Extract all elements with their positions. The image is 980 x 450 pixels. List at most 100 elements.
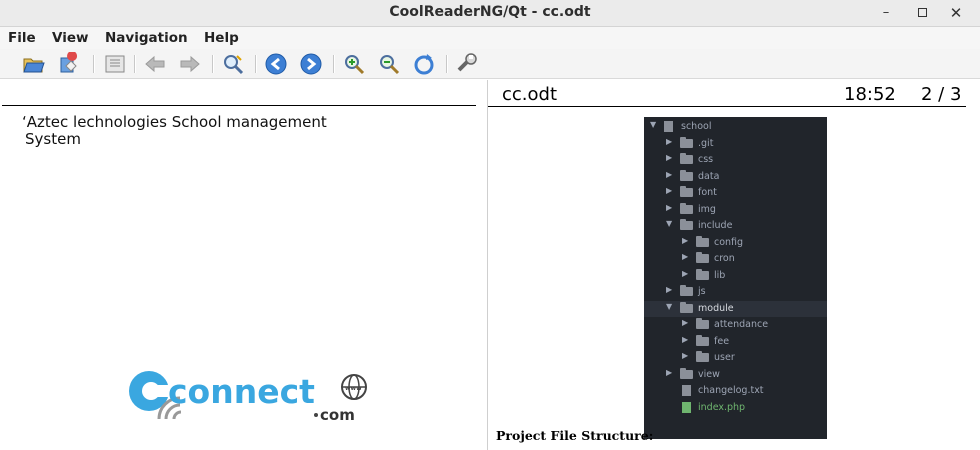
toolbar-separator — [134, 55, 136, 73]
rotate-icon — [414, 54, 434, 75]
tree-root-label: school — [681, 121, 712, 132]
maximize-button[interactable] — [912, 3, 932, 23]
tree-node: ▶ user — [644, 350, 827, 366]
menu-bar: File View Navigation Help — [0, 27, 980, 49]
folder-icon — [680, 153, 693, 164]
folder-icon — [680, 219, 693, 230]
page-header-page-number: 2 / 3 — [921, 84, 962, 105]
recent-books-icon — [60, 51, 78, 73]
tree-node: ▼ module — [644, 300, 827, 317]
connect-logo: connect www com — [126, 367, 371, 427]
book-table-of-contents-icon — [105, 55, 125, 73]
close-button[interactable]: ✕ — [946, 3, 966, 23]
menu-view[interactable]: View — [52, 30, 88, 46]
document-text-line: ‘Aztec lechnologies School management — [22, 113, 327, 131]
chevron-down-icon: ▼ — [666, 301, 673, 311]
next-page-icon — [300, 53, 322, 75]
zoom-out-button[interactable] — [377, 52, 401, 76]
tree-node: ▶ fee — [644, 334, 827, 350]
tree-node: ▶ .git — [644, 136, 827, 152]
tree-node: ▶ font — [644, 185, 827, 201]
logo-suffix: com — [320, 406, 355, 424]
chevron-right-icon: ▶ — [682, 351, 689, 360]
tree-node-label: lib — [714, 269, 726, 281]
back-button[interactable] — [143, 52, 167, 76]
folder-icon — [696, 268, 709, 280]
folder-icon — [696, 318, 709, 329]
zoom-in-icon — [345, 55, 365, 75]
chevron-right-icon: ▶ — [666, 285, 673, 294]
recent-books-button[interactable] — [58, 51, 82, 76]
folder-icon — [680, 169, 693, 181]
tree-root: ▼ school — [644, 119, 827, 135]
menu-help[interactable]: Help — [204, 30, 239, 46]
logo-www: www — [345, 385, 362, 392]
forward-arrow-icon — [180, 55, 200, 73]
toolbar-separator — [446, 55, 448, 73]
tree-node: ▶ config — [644, 235, 827, 251]
chevron-right-icon: ▶ — [682, 318, 689, 327]
tree-node-label: attendance — [714, 319, 769, 330]
zoom-out-icon — [380, 55, 400, 75]
open-file-button[interactable] — [22, 52, 46, 76]
folder-icon — [680, 202, 693, 214]
figure-caption: Project File Structure: — [496, 428, 654, 443]
tree-node-label: css — [698, 154, 714, 165]
folder-icon — [680, 136, 693, 148]
find-icon — [224, 55, 244, 75]
rotate-button[interactable] — [412, 52, 436, 76]
folder-icon — [680, 301, 693, 313]
tree-node: ▼ include — [644, 218, 827, 234]
folder-icon — [696, 252, 709, 263]
toolbar-separator — [333, 55, 335, 73]
toolbar — [0, 49, 980, 79]
chevron-right-icon: ▶ — [682, 235, 689, 245]
forward-button[interactable] — [178, 52, 202, 76]
next-page-button[interactable] — [299, 52, 323, 76]
minimize-button[interactable]: – — [876, 3, 896, 23]
toolbar-separator — [255, 55, 257, 73]
folder-icon — [680, 367, 693, 379]
folder-icon — [680, 186, 693, 197]
tree-node: ▶ attendance — [644, 317, 827, 333]
folder-icon — [696, 334, 709, 346]
tree-node-label: user — [714, 352, 735, 363]
chevron-right-icon: ▶ — [666, 153, 673, 162]
tree-node-label: fee — [714, 335, 730, 347]
menu-file[interactable]: File — [8, 30, 36, 46]
document-text-line: System — [25, 130, 81, 148]
settings-button[interactable] — [455, 52, 479, 76]
page-header-filename: cc.odt — [502, 84, 558, 105]
page-header-clock: 18:52 — [844, 84, 896, 105]
chevron-right-icon: ▶ — [666, 367, 673, 377]
page-header-rule — [488, 106, 966, 107]
left-page[interactable]: ‘Aztec lechnologies School management Sy… — [0, 80, 485, 450]
file-icon — [682, 401, 691, 413]
chevron-right-icon: ▶ — [682, 268, 689, 278]
project-tree-screenshot: ▼ school ▶ .git ▶ css ▶ data ▶ font ▶ img ▼ include… — [644, 117, 827, 439]
right-page[interactable]: cc.odt 18:52 2 / 3 ▼ school ▶ .git ▶ css ▶ da… — [487, 80, 980, 450]
tree-node-label: js — [698, 286, 706, 297]
page-header-rule — [2, 105, 476, 106]
menu-navigation[interactable]: Navigation — [105, 30, 188, 46]
tree-node: changelog.txt — [644, 383, 827, 399]
toolbar-separator — [212, 55, 214, 73]
tree-node-label: changelog.txt — [698, 385, 764, 396]
tree-node: ▶ img — [644, 202, 827, 218]
tree-node-label: include — [698, 220, 733, 231]
back-arrow-icon — [145, 55, 165, 73]
tree-node-label: img — [698, 203, 716, 215]
tree-node-label: index.php — [698, 401, 746, 413]
tree-node-label: module — [698, 302, 734, 314]
contents-button[interactable] — [103, 52, 127, 76]
maximize-icon — [917, 8, 927, 17]
chevron-right-icon: ▶ — [666, 169, 673, 179]
chevron-right-icon: ▶ — [682, 334, 689, 344]
zoom-in-button[interactable] — [342, 52, 366, 76]
tree-node: ▶ css — [644, 152, 827, 168]
tree-node: ▶ lib — [644, 268, 827, 284]
find-button[interactable] — [221, 52, 245, 76]
window-title: CoolReaderNG/Qt - cc.odt — [389, 4, 591, 20]
open-file-icon — [23, 58, 45, 73]
previous-page-button[interactable] — [264, 52, 288, 76]
